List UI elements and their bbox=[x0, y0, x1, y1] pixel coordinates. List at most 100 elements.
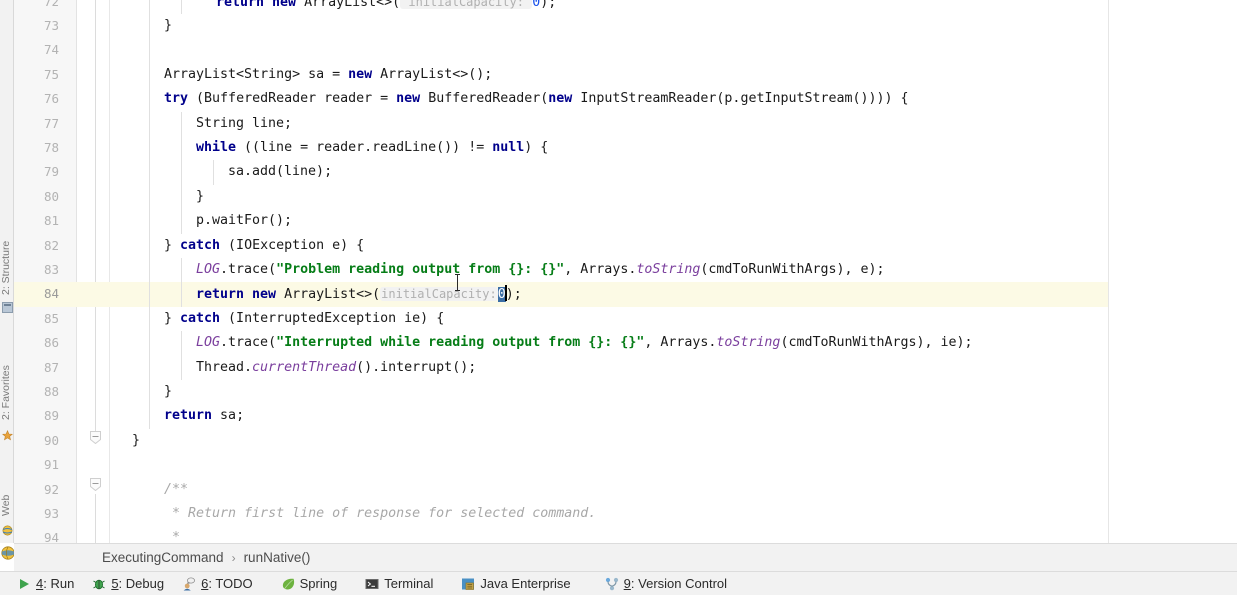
code-text: String line; bbox=[196, 115, 293, 131]
tool-window-button-terminal[interactable]: Terminal bbox=[356, 572, 442, 595]
text-caret bbox=[504, 285, 507, 302]
code-line[interactable]: 93 * Return first line of response for s… bbox=[14, 502, 1237, 526]
line-number: 86 bbox=[43, 335, 59, 351]
code-line[interactable]: 89 return sa; bbox=[14, 404, 1237, 429]
tool-window-button-debug[interactable]: 5: Debug bbox=[83, 572, 173, 595]
line-number: 93 bbox=[43, 506, 59, 521]
breadcrumb: ExecutingCommand › runNative() bbox=[14, 543, 1237, 571]
code-text: while ((line = reader.readLine()) != nul… bbox=[196, 140, 549, 155]
code-line[interactable]: 77 String line; bbox=[14, 111, 1237, 136]
code-text: } catch (InterruptedException ie) { bbox=[164, 310, 445, 326]
code-text: sa.add(line); bbox=[228, 164, 333, 180]
run-icon bbox=[17, 577, 31, 591]
line-number: 87 bbox=[43, 359, 59, 375]
code-text: } catch (IOException e) { bbox=[164, 237, 365, 253]
inlay-hint: initialCapacity: bbox=[380, 287, 498, 302]
code-text: /** bbox=[164, 481, 189, 497]
tool-window-label: Terminal bbox=[384, 576, 434, 591]
code-line[interactable]: 76 try (BufferedReader reader = new Buff… bbox=[14, 87, 1237, 112]
left-tool-window-stripe: 2: Structure 2: Favorites Web bbox=[0, 0, 14, 543]
code-line[interactable]: 91 bbox=[14, 453, 1237, 477]
breadcrumb-item-class[interactable]: ExecutingCommand bbox=[102, 550, 224, 565]
code-text: p.waitFor(); bbox=[196, 213, 293, 229]
breadcrumb-separator: › bbox=[231, 550, 236, 565]
code-line[interactable]: 78 while ((line = reader.readLine()) != … bbox=[14, 136, 1237, 161]
spring-icon bbox=[281, 577, 295, 591]
line-number: 88 bbox=[43, 384, 59, 399]
tool-window-button-todo[interactable]: 6: TODO bbox=[173, 572, 262, 595]
code-text: return sa; bbox=[164, 408, 245, 424]
line-number: 91 bbox=[43, 457, 59, 473]
line-number: 80 bbox=[43, 188, 59, 204]
code-text: LOG.trace("Problem reading output from {… bbox=[196, 262, 885, 277]
code-line[interactable]: 83 LOG.trace("Problem reading output fro… bbox=[14, 258, 1237, 283]
line-number: 82 bbox=[43, 237, 59, 253]
code-text: return new ArrayList<>(initialCapacity:0… bbox=[196, 285, 522, 303]
mouse-text-cursor bbox=[455, 274, 460, 291]
line-number: 85 bbox=[43, 310, 59, 326]
line-number: 75 bbox=[43, 66, 59, 82]
code-line[interactable]: 94 * bbox=[14, 526, 1237, 543]
code-line[interactable]: 82 } catch (IOException e) { bbox=[14, 233, 1237, 258]
code-line[interactable]: 88 } bbox=[14, 380, 1237, 405]
tool-window-button-version-control[interactable]: 9: Version Control bbox=[596, 572, 736, 595]
line-number: 74 bbox=[43, 42, 59, 58]
code-line[interactable]: 87 Thread.currentThread().interrupt(); bbox=[14, 355, 1237, 380]
code-text: } bbox=[132, 432, 141, 448]
line-number: 84 bbox=[43, 286, 59, 302]
code-line[interactable]: 81 p.waitFor(); bbox=[14, 209, 1237, 234]
tool-window-button-favorites[interactable]: 2: Favorites bbox=[0, 330, 13, 420]
code-line-active[interactable]: 84 return new ArrayList<>(initialCapacit… bbox=[14, 282, 1237, 307]
todo-icon bbox=[182, 577, 196, 591]
terminal-icon bbox=[365, 577, 379, 591]
tool-window-button-web[interactable]: Web bbox=[0, 470, 13, 516]
bottom-tool-window-bar: 4: Run 5: Debug 6: TODO Spring Terminal … bbox=[0, 571, 1237, 595]
code-text: } bbox=[196, 188, 205, 204]
web-icon bbox=[2, 523, 13, 536]
code-text: * bbox=[172, 530, 181, 543]
tool-window-label: 5: Debug bbox=[111, 576, 165, 591]
code-line[interactable]: 90 } bbox=[14, 429, 1237, 453]
favorites-icon bbox=[2, 428, 13, 441]
code-line[interactable]: 92 /** bbox=[14, 478, 1237, 502]
tool-window-label: Spring bbox=[299, 576, 338, 591]
line-number: 94 bbox=[43, 530, 59, 543]
structure-icon bbox=[2, 300, 13, 313]
code-text: try (BufferedReader reader = new Buffere… bbox=[164, 91, 909, 107]
tool-window-button-spring[interactable]: Spring bbox=[272, 572, 347, 595]
line-number: 81 bbox=[43, 213, 59, 229]
code-line[interactable]: 75 ArrayList<String> sa = new ArrayList<… bbox=[14, 62, 1237, 88]
code-line[interactable]: 79 sa.add(line); bbox=[14, 160, 1237, 185]
code-line[interactable]: 73 } bbox=[14, 14, 1237, 39]
code-text: } bbox=[164, 384, 173, 399]
code-line[interactable]: 80 } bbox=[14, 184, 1237, 210]
debug-icon bbox=[92, 577, 106, 591]
breadcrumb-item-method[interactable]: runNative() bbox=[244, 550, 311, 565]
intellij-window: 2: Structure 2: Favorites Web 72 return … bbox=[0, 0, 1237, 595]
code-text: Thread.currentThread().interrupt(); bbox=[196, 359, 477, 375]
version-control-icon bbox=[605, 577, 619, 591]
code-line[interactable]: 74 bbox=[14, 38, 1237, 63]
line-number: 72 bbox=[43, 0, 59, 9]
code-editor[interactable]: 72 return new ArrayList<>( initialCapaci… bbox=[14, 0, 1237, 543]
code-text: ArrayList<String> sa = new ArrayList<>()… bbox=[164, 66, 493, 82]
java-enterprise-icon bbox=[461, 577, 475, 591]
code-line[interactable]: 86 LOG.trace("Interrupted while reading … bbox=[14, 331, 1237, 356]
tool-window-button-run[interactable]: 4: Run bbox=[8, 572, 83, 595]
line-number: 90 bbox=[43, 432, 59, 448]
code-line[interactable]: 72 return new ArrayList<>( initialCapaci… bbox=[14, 0, 1237, 15]
tool-window-button-structure[interactable]: 2: Structure bbox=[0, 205, 13, 295]
line-number: 77 bbox=[43, 115, 59, 131]
web-globe-icon[interactable] bbox=[1, 546, 15, 560]
tool-window-button-java-enterprise[interactable]: Java Enterprise bbox=[452, 572, 579, 595]
line-number: 78 bbox=[43, 140, 59, 155]
line-number: 79 bbox=[43, 164, 59, 180]
line-number: 92 bbox=[43, 481, 59, 497]
tool-window-label: 4: Run bbox=[36, 576, 75, 591]
line-number: 83 bbox=[43, 262, 59, 277]
tool-window-label: 6: TODO bbox=[201, 576, 253, 591]
code-line[interactable]: 85 } catch (InterruptedException ie) { bbox=[14, 306, 1237, 332]
code-text: LOG.trace("Interrupted while reading out… bbox=[196, 335, 973, 351]
tool-window-label: Java Enterprise bbox=[480, 576, 571, 591]
line-number: 73 bbox=[43, 18, 59, 33]
